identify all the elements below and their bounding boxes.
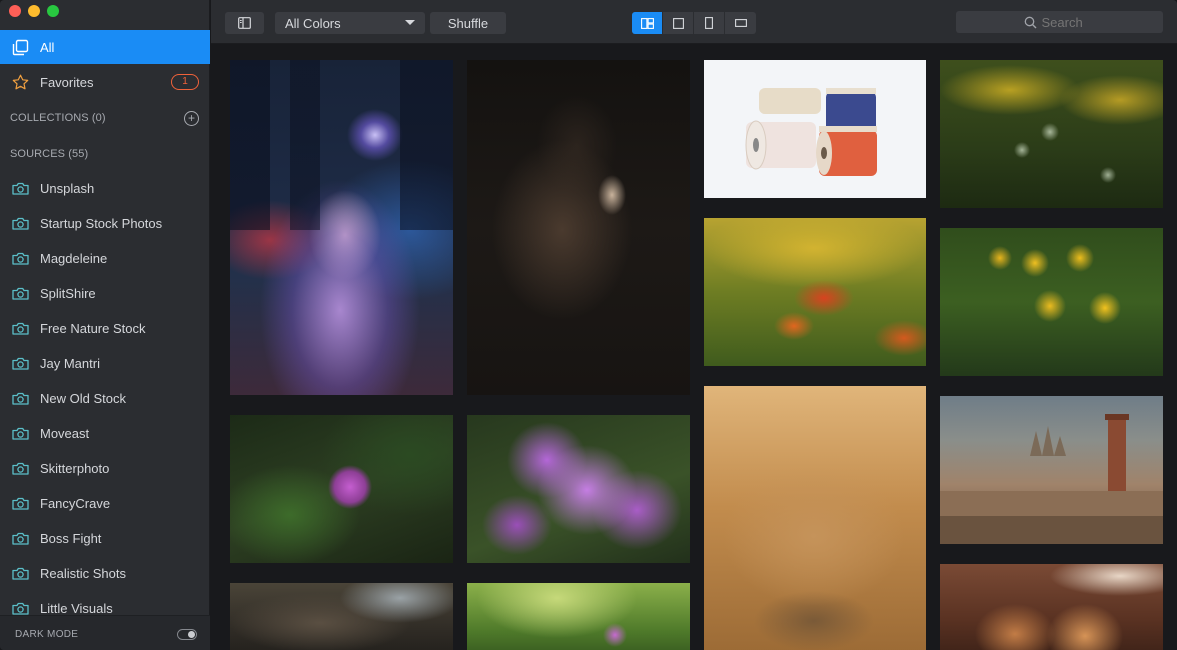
source-label: Boss Fight <box>40 531 102 546</box>
source-item[interactable]: Realistic Shots <box>0 556 210 591</box>
dark-mode-toggle[interactable] <box>177 629 197 640</box>
view-mode-group <box>632 12 756 34</box>
star-icon <box>12 74 29 91</box>
photo-tile[interactable] <box>704 218 926 366</box>
photo-tile[interactable] <box>940 228 1163 376</box>
photo-tile[interactable] <box>704 60 926 198</box>
search-input[interactable] <box>1041 14 1096 30</box>
sources-header: SOURCES (55) <box>10 148 89 160</box>
view-masonry-button[interactable] <box>632 12 663 34</box>
source-label: New Old Stock <box>40 391 126 406</box>
camera-icon <box>12 427 29 440</box>
photo-tile[interactable] <box>467 583 690 650</box>
camera-icon <box>12 322 29 335</box>
camera-icon <box>12 462 29 475</box>
source-label: Magdeleine <box>40 251 108 266</box>
photo-tile[interactable] <box>704 386 926 650</box>
app-window: All Favorites 1 COLLECTIONS (0) + SOURCE… <box>0 0 1177 650</box>
zoom-window-button[interactable] <box>47 5 59 17</box>
favorites-count-badge: 1 <box>171 74 199 90</box>
source-item[interactable]: New Old Stock <box>0 381 210 416</box>
source-item[interactable]: SplitShire <box>0 276 210 311</box>
source-item[interactable]: Magdeleine <box>0 241 210 276</box>
color-filter-select[interactable]: All Colors <box>275 12 425 34</box>
nav-item-favorites[interactable]: Favorites 1 <box>0 65 210 99</box>
close-window-button[interactable] <box>9 5 21 17</box>
view-square-button[interactable] <box>663 12 694 34</box>
nav-item-label: Favorites <box>40 74 94 90</box>
square-icon <box>672 17 684 29</box>
photo-tile[interactable] <box>940 60 1163 208</box>
portrait-icon <box>705 17 713 29</box>
photo-tile[interactable] <box>467 60 690 395</box>
sidebar-footer: DARK MODE <box>0 615 210 650</box>
photo-tile[interactable] <box>230 60 453 395</box>
camera-icon <box>12 602 29 615</box>
source-label: Realistic Shots <box>40 566 126 581</box>
search-box[interactable] <box>956 11 1163 33</box>
sidebar-icon <box>238 17 251 29</box>
skyline-illustration <box>940 414 1163 544</box>
source-label: Moveast <box>40 426 90 441</box>
source-item[interactable]: Little Visuals <box>0 591 210 615</box>
source-label: Jay Mantri <box>40 356 100 371</box>
camera-icon <box>12 497 29 510</box>
source-item[interactable]: Startup Stock Photos <box>0 206 210 241</box>
photo-tile[interactable] <box>230 583 453 650</box>
landscape-icon <box>734 19 747 27</box>
add-collection-button[interactable]: + <box>184 111 199 126</box>
view-portrait-button[interactable] <box>694 12 725 34</box>
camera-icon <box>12 287 29 300</box>
source-label: Skitterphoto <box>40 461 110 476</box>
source-item[interactable]: Jay Mantri <box>0 346 210 381</box>
toolbar: All Colors Shuffle <box>211 0 1177 44</box>
toggle-sidebar-button[interactable] <box>225 12 264 34</box>
source-label: Free Nature Stock <box>40 321 146 336</box>
nav-item-all[interactable]: All <box>0 30 210 64</box>
source-item[interactable]: Boss Fight <box>0 521 210 556</box>
shuffle-button[interactable]: Shuffle <box>430 12 506 34</box>
color-filter-value: All Colors <box>285 15 341 31</box>
nav-item-label: All <box>40 39 55 55</box>
source-item[interactable]: Free Nature Stock <box>0 311 210 346</box>
collections-header: COLLECTIONS (0) <box>10 112 106 124</box>
source-label: Little Visuals <box>40 601 113 615</box>
camera-icon <box>12 252 29 265</box>
source-label: Startup Stock Photos <box>40 216 163 231</box>
minimize-window-button[interactable] <box>28 5 40 17</box>
search-icon <box>1024 16 1036 28</box>
camera-icon <box>12 392 29 405</box>
spools-illustration <box>745 88 877 176</box>
sources-list: Unsplash Startup Stock Photos Magdeleine Sp… <box>0 171 210 615</box>
camera-icon <box>12 182 29 195</box>
dark-mode-label: DARK MODE <box>15 629 79 640</box>
source-label: FancyCrave <box>40 496 111 511</box>
source-item[interactable]: Unsplash <box>0 171 210 206</box>
source-item[interactable]: FancyCrave <box>0 486 210 521</box>
photo-tile[interactable] <box>940 396 1163 544</box>
photo-tile[interactable] <box>467 415 690 563</box>
photo-grid <box>211 45 1177 650</box>
source-item[interactable]: Skitterphoto <box>0 451 210 486</box>
masonry-grid-icon <box>640 17 654 29</box>
source-label: SplitShire <box>40 286 96 301</box>
view-landscape-button[interactable] <box>725 12 756 34</box>
camera-icon <box>12 532 29 545</box>
sidebar: All Favorites 1 COLLECTIONS (0) + SOURCE… <box>0 0 210 650</box>
photos-stack-icon <box>12 39 29 56</box>
photo-tile[interactable] <box>940 564 1163 650</box>
photo-tile[interactable] <box>230 415 453 563</box>
camera-icon <box>12 357 29 370</box>
chevron-down-icon <box>405 20 415 25</box>
source-item[interactable]: Moveast <box>0 416 210 451</box>
camera-icon <box>12 217 29 230</box>
window-controls <box>9 5 59 17</box>
source-label: Unsplash <box>40 181 95 196</box>
camera-icon <box>12 567 29 580</box>
